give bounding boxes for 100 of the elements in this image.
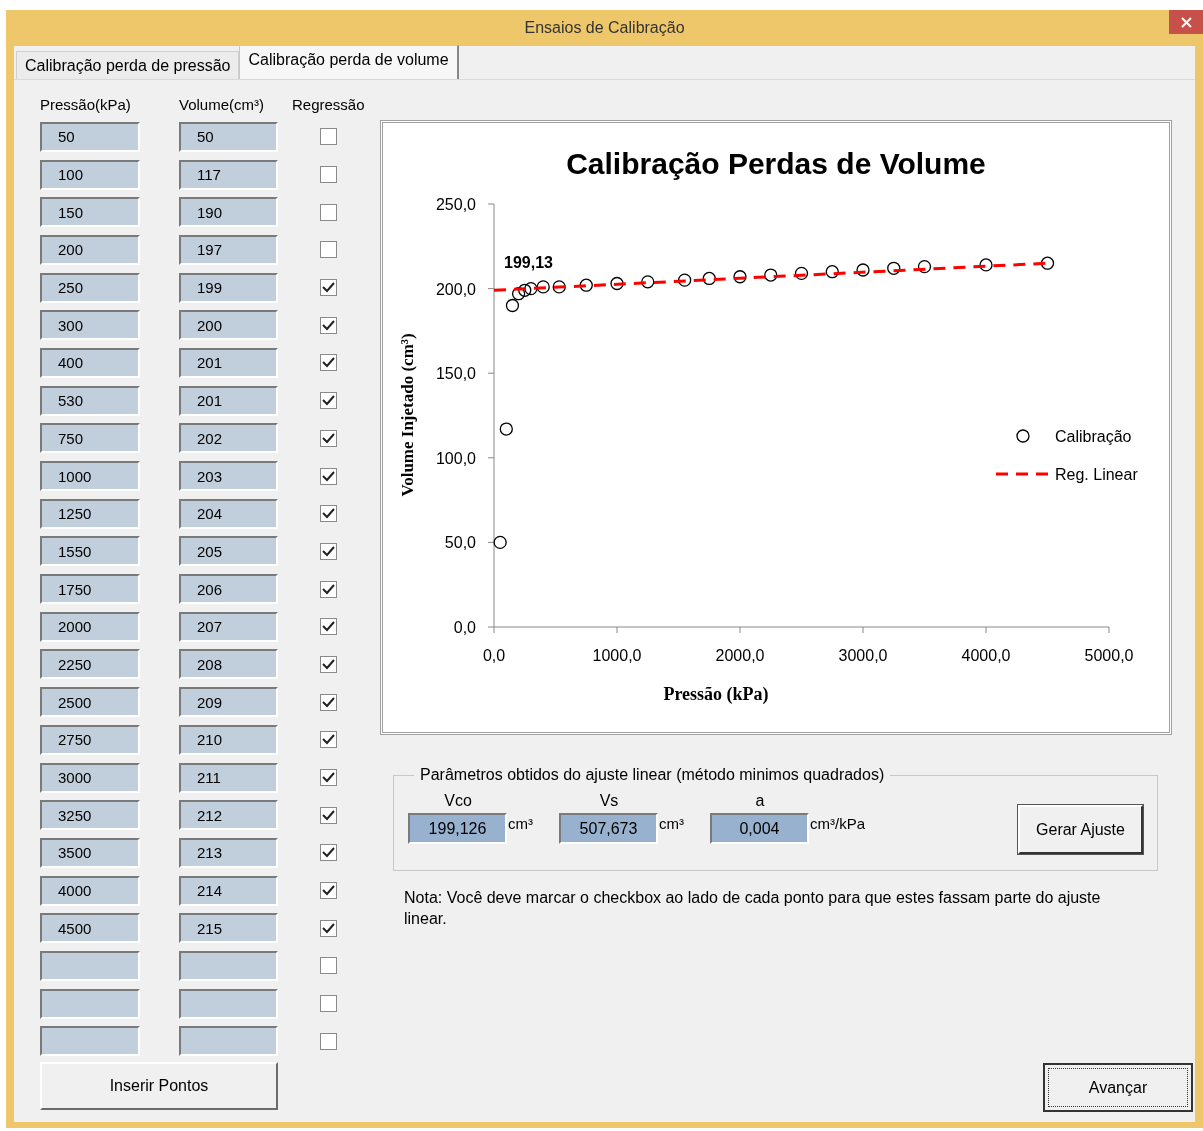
checkbox[interactable] <box>320 429 337 447</box>
checkbox[interactable] <box>320 618 337 636</box>
pressure-field[interactable]: 2250 <box>40 649 140 680</box>
tick-label: 4000,0 <box>961 647 1011 664</box>
field-label: a <box>754 791 766 811</box>
close-button[interactable] <box>1169 10 1203 34</box>
volume-field[interactable]: 214 <box>179 875 278 906</box>
insert-points-button[interactable]: Inserir Pontos <box>40 1062 278 1111</box>
pressure-field[interactable]: 2750 <box>40 724 140 755</box>
checkbox[interactable] <box>320 580 337 598</box>
checkbox[interactable] <box>320 882 337 900</box>
volume-field[interactable]: 206 <box>179 574 278 605</box>
check-icon <box>322 621 335 633</box>
pressure-field[interactable]: 1250 <box>40 498 140 529</box>
volume-field[interactable]: 190 <box>179 197 278 228</box>
parameter-field[interactable]: 507,673 <box>559 813 658 844</box>
pressure-field[interactable]: 50 <box>40 121 140 152</box>
pressure-field[interactable]: 3000 <box>40 762 140 793</box>
tab[interactable]: Calibração perda de volume <box>239 45 459 79</box>
volume-field[interactable]: 197 <box>179 234 278 265</box>
volume-field[interactable]: 215 <box>179 913 278 944</box>
checkbox[interactable] <box>320 655 337 673</box>
volume-field[interactable] <box>179 1026 278 1057</box>
checkbox[interactable] <box>320 731 337 749</box>
volume-field[interactable]: 117 <box>179 159 278 190</box>
checkbox[interactable] <box>320 241 337 259</box>
checkbox[interactable] <box>320 769 337 787</box>
volume-field[interactable]: 201 <box>179 347 278 378</box>
data-point <box>979 258 993 272</box>
pressure-field[interactable]: 530 <box>40 385 140 416</box>
checkbox[interactable] <box>320 279 337 297</box>
pressure-field[interactable]: 400 <box>40 347 140 378</box>
volume-field[interactable]: 201 <box>179 385 278 416</box>
checkbox[interactable] <box>320 957 337 975</box>
data-point <box>702 271 716 286</box>
volume-field[interactable]: 210 <box>179 724 278 755</box>
volume-field[interactable]: 203 <box>179 461 278 492</box>
tab[interactable]: Calibração perda de pressão <box>16 51 240 79</box>
volume-field[interactable]: 211 <box>179 762 278 793</box>
volume-field[interactable]: 205 <box>179 536 278 567</box>
parameter-field[interactable]: 0,004 <box>710 813 809 844</box>
parameter-field[interactable]: 199,126 <box>408 813 507 844</box>
check-icon <box>322 772 335 784</box>
pressure-field[interactable]: 150 <box>40 197 140 228</box>
pressure-field[interactable]: 1000 <box>40 461 140 492</box>
checkbox[interactable] <box>320 919 337 937</box>
check-icon <box>322 847 335 859</box>
checkbox[interactable] <box>320 354 337 372</box>
pressure-field[interactable]: 1550 <box>40 536 140 567</box>
volume-field[interactable]: 213 <box>179 837 278 868</box>
checkbox[interactable] <box>320 316 337 334</box>
unit-label: cm³ <box>659 814 684 834</box>
checkbox[interactable] <box>320 995 337 1013</box>
pressure-field[interactable]: 2000 <box>40 611 140 642</box>
pressure-field[interactable]: 250 <box>40 272 140 303</box>
volume-field[interactable]: 50 <box>179 121 278 152</box>
pressure-field[interactable]: 4000 <box>40 875 140 906</box>
pressure-field[interactable] <box>40 988 140 1019</box>
volume-field[interactable]: 209 <box>179 687 278 718</box>
checkbox[interactable] <box>320 203 337 221</box>
volume-field[interactable]: 207 <box>179 611 278 642</box>
volume-field[interactable]: 199 <box>179 272 278 303</box>
data-point <box>552 280 566 294</box>
checkbox[interactable] <box>320 505 337 523</box>
generate-fit-button[interactable]: Gerar Ajuste <box>1018 805 1143 854</box>
axis-title: Volume Injetado (cm³) <box>398 333 417 497</box>
data-point <box>524 281 538 296</box>
checkbox[interactable] <box>320 392 337 410</box>
volume-field[interactable]: 212 <box>179 800 278 831</box>
checkbox[interactable] <box>320 166 337 184</box>
pressure-field[interactable]: 3250 <box>40 800 140 831</box>
data-point <box>536 280 550 294</box>
pressure-field[interactable]: 4500 <box>40 913 140 944</box>
checkbox[interactable] <box>320 806 337 824</box>
checkbox[interactable] <box>320 128 337 146</box>
tick-label: 50,0 <box>444 534 476 552</box>
checkbox[interactable] <box>320 542 337 560</box>
volume-field[interactable]: 202 <box>179 423 278 454</box>
pressure-field[interactable]: 300 <box>40 310 140 341</box>
pressure-field[interactable] <box>40 1026 140 1057</box>
pressure-field[interactable]: 1750 <box>40 574 140 605</box>
volume-field[interactable] <box>179 950 278 981</box>
checkbox[interactable] <box>320 844 337 862</box>
next-button[interactable]: Avançar <box>1043 1063 1193 1112</box>
checkbox[interactable] <box>320 1032 337 1050</box>
pressure-field[interactable]: 3500 <box>40 837 140 868</box>
checkbox[interactable] <box>320 693 337 711</box>
volume-field[interactable]: 208 <box>179 649 278 680</box>
data-point <box>825 265 839 279</box>
legend-label: Calibração <box>1055 428 1132 445</box>
data-point <box>505 298 520 313</box>
pressure-field[interactable]: 2500 <box>40 687 140 718</box>
volume-field[interactable]: 200 <box>179 310 278 341</box>
pressure-field[interactable] <box>40 950 140 981</box>
pressure-field[interactable]: 750 <box>40 423 140 454</box>
volume-field[interactable] <box>179 988 278 1019</box>
checkbox[interactable] <box>320 467 337 485</box>
pressure-field[interactable]: 100 <box>40 159 140 190</box>
pressure-field[interactable]: 200 <box>40 234 140 265</box>
volume-field[interactable]: 204 <box>179 498 278 529</box>
